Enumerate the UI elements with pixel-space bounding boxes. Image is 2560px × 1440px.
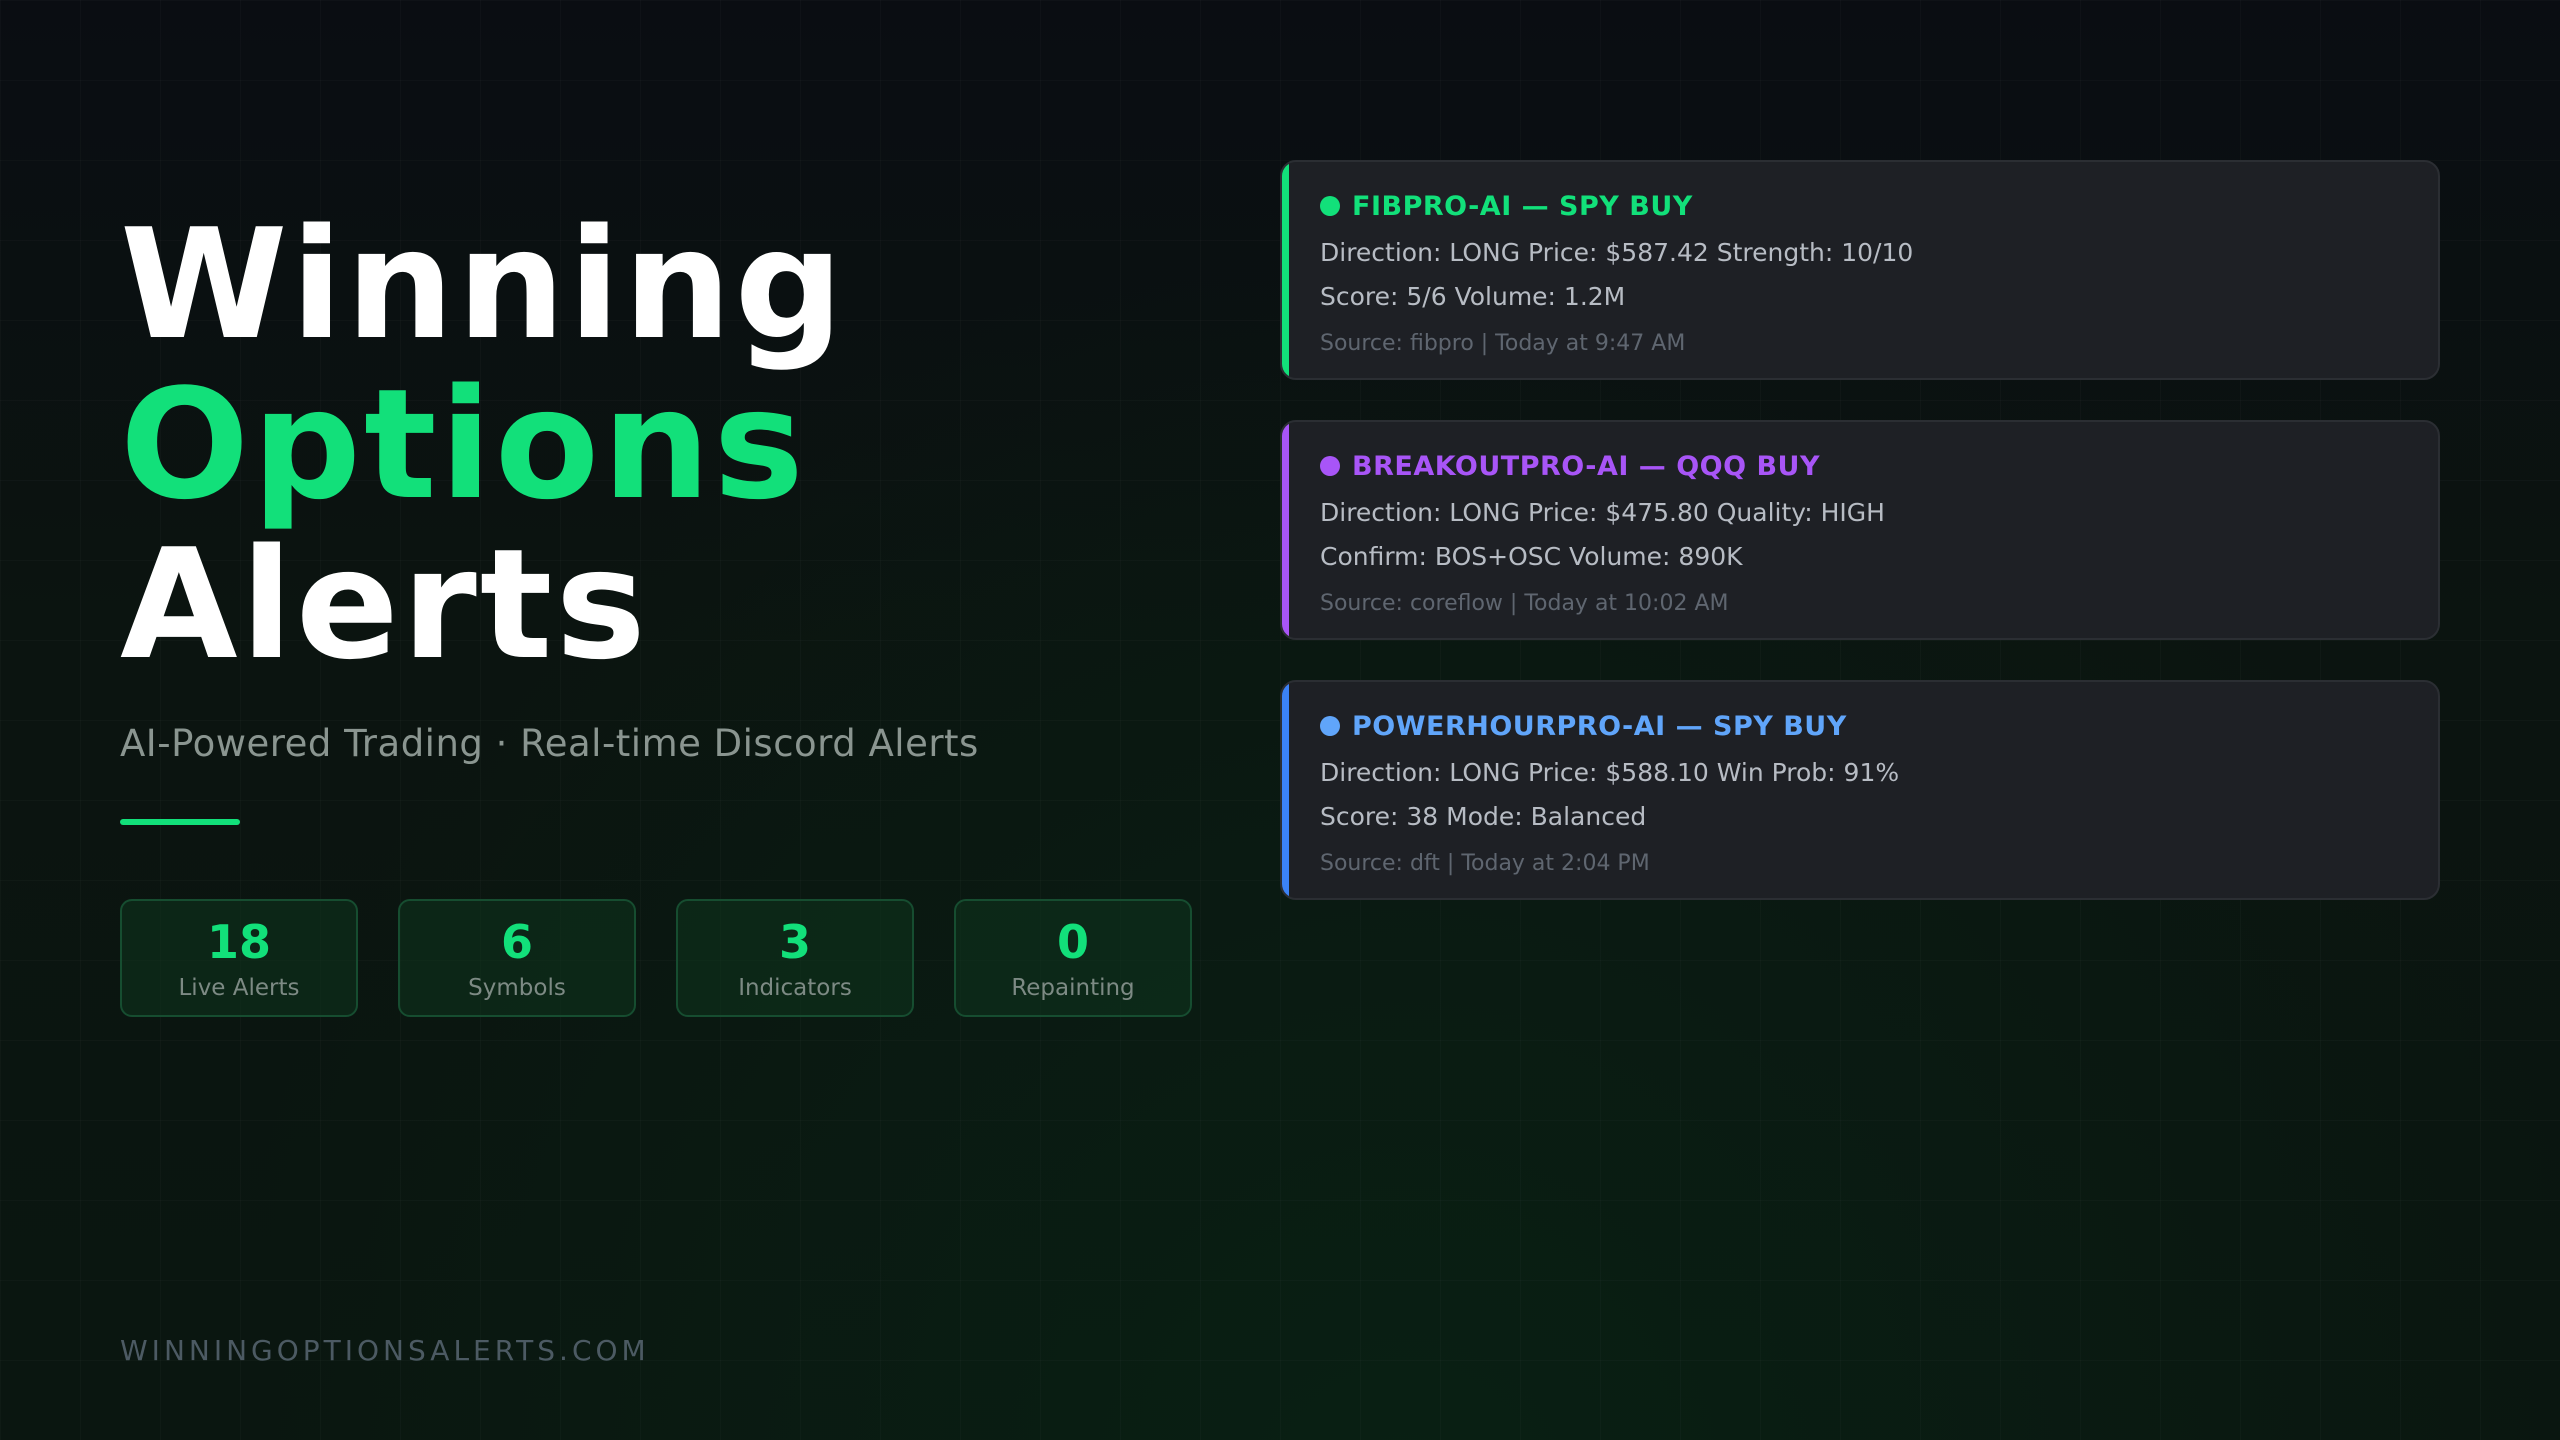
alert-title-text: FIBPRO-AI — SPY BUY	[1352, 190, 1693, 222]
alert-title: POWERHOURPRO-AI — SPY BUY	[1320, 708, 2438, 744]
footer-website-url[interactable]: WINNINGOPTIONSALERTS.COM	[120, 1334, 650, 1367]
status-dot-icon	[1320, 196, 1340, 216]
title-line-options: Options	[120, 356, 807, 533]
alert-card-powerhourpro: POWERHOURPRO-AI — SPY BUY Direction: LON…	[1280, 680, 2440, 900]
alert-source: Source: fibpro | Today at 9:47 AM	[1320, 331, 1686, 356]
page-title: Winning Options Alerts	[120, 205, 1220, 685]
stat-label: Repainting	[1011, 975, 1135, 1001]
alert-title: BREAKOUTPRO-AI — QQQ BUY	[1320, 448, 2438, 484]
alert-card-breakoutpro: BREAKOUTPRO-AI — QQQ BUY Direction: LONG…	[1280, 420, 2440, 640]
alert-title: FIBPRO-AI — SPY BUY	[1320, 188, 2438, 224]
alert-details-line2: Score: 5/6 Volume: 1.2M	[1320, 282, 1626, 311]
stat-live-alerts: 18 Live Alerts	[120, 899, 358, 1017]
alert-details-line1: Direction: LONG Price: $588.10 Win Prob:…	[1320, 758, 1900, 787]
stats-row: 18 Live Alerts 6 Symbols 3 Indicators 0 …	[120, 899, 1192, 1017]
alert-details-line2: Score: 38 Mode: Balanced	[1320, 802, 1647, 831]
alert-title-text: BREAKOUTPRO-AI — QQQ BUY	[1352, 450, 1821, 482]
stat-indicators: 3 Indicators	[676, 899, 914, 1017]
stat-label: Symbols	[468, 975, 566, 1001]
alert-cards: FIBPRO-AI — SPY BUY Direction: LONG Pric…	[1280, 160, 2440, 940]
hero-subtitle: AI-Powered Trading · Real-time Discord A…	[120, 722, 979, 765]
stat-label: Live Alerts	[178, 975, 300, 1001]
alert-source: Source: dft | Today at 2:04 PM	[1320, 851, 1650, 876]
card-accent-stripe	[1282, 682, 1289, 898]
status-dot-icon	[1320, 716, 1340, 736]
accent-divider	[120, 819, 240, 825]
alert-details-line1: Direction: LONG Price: $475.80 Quality: …	[1320, 498, 1885, 527]
title-line-alerts: Alerts	[120, 516, 649, 693]
alert-card-fibpro: FIBPRO-AI — SPY BUY Direction: LONG Pric…	[1280, 160, 2440, 380]
status-dot-icon	[1320, 456, 1340, 476]
alert-title-text: POWERHOURPRO-AI — SPY BUY	[1352, 710, 1847, 742]
stat-value: 0	[1056, 915, 1089, 969]
hero: Winning Options Alerts	[120, 205, 1220, 685]
stat-value: 6	[500, 915, 533, 969]
stat-repainting: 0 Repainting	[954, 899, 1192, 1017]
stat-symbols: 6 Symbols	[398, 899, 636, 1017]
stat-value: 3	[778, 915, 811, 969]
card-accent-stripe	[1282, 422, 1289, 638]
stat-label: Indicators	[738, 975, 852, 1001]
alert-source: Source: coreflow | Today at 10:02 AM	[1320, 591, 1729, 616]
alert-details-line1: Direction: LONG Price: $587.42 Strength:…	[1320, 238, 1914, 267]
alert-details-line2: Confirm: BOS+OSC Volume: 890K	[1320, 542, 1743, 571]
stat-value: 18	[206, 915, 271, 969]
title-line-winning: Winning	[120, 196, 847, 373]
card-accent-stripe	[1282, 162, 1289, 378]
